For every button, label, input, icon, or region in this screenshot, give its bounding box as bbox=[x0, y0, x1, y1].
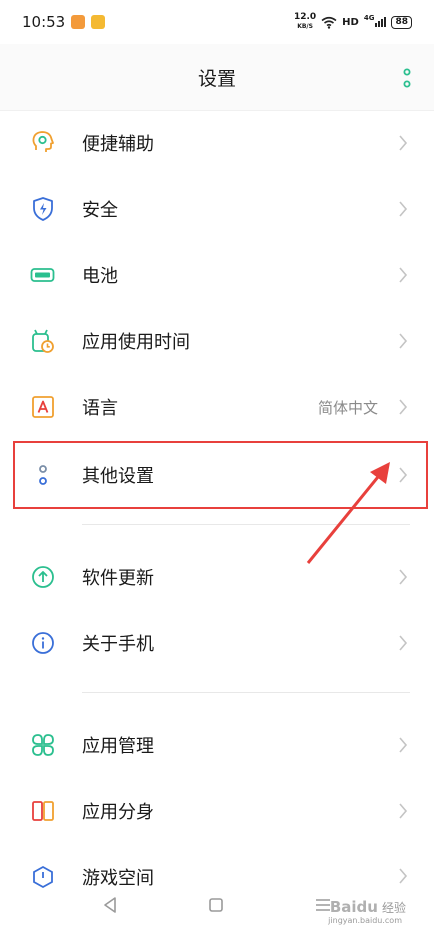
net-speed: 12.0 KB/S bbox=[294, 13, 316, 31]
row-label: 应用使用时间 bbox=[82, 332, 190, 353]
settings-row-about-phone[interactable]: 关于手机 bbox=[0, 610, 434, 676]
chevron-right-icon bbox=[399, 267, 408, 283]
settings-row-language[interactable]: 语言 简体中文 bbox=[0, 374, 434, 440]
row-label: 软件更新 bbox=[82, 568, 154, 589]
row-label: 应用管理 bbox=[82, 736, 154, 757]
row-label: 应用分身 bbox=[82, 802, 154, 823]
chevron-right-icon bbox=[399, 803, 408, 819]
info-icon bbox=[30, 630, 56, 656]
home-square-icon[interactable] bbox=[208, 897, 224, 913]
chevron-right-icon bbox=[399, 569, 408, 585]
watermark-url: jingyan.baidu.com bbox=[328, 916, 402, 925]
net-speed-unit: KB/S bbox=[297, 23, 313, 30]
settings-row-accessibility[interactable]: 便捷辅助 bbox=[0, 110, 434, 176]
net-speed-value: 12.0 bbox=[293, 12, 317, 22]
status-left: 10:53 bbox=[22, 13, 106, 31]
battery-icon bbox=[30, 262, 56, 288]
watermark-brand: Baidu bbox=[329, 898, 378, 916]
signal-label: 4G bbox=[363, 14, 375, 22]
row-label: 电池 bbox=[82, 266, 118, 287]
signal-icon: 4G bbox=[363, 14, 387, 27]
status-right: 12.0 KB/S HD 4G 88 bbox=[294, 13, 412, 31]
row-label: 语言 bbox=[82, 398, 118, 419]
page-title: 设置 bbox=[197, 67, 236, 90]
notification-app-icon bbox=[91, 15, 106, 29]
battery-indicator: 88 bbox=[391, 15, 412, 29]
wifi-icon bbox=[321, 16, 337, 29]
chevron-right-icon bbox=[399, 201, 408, 217]
chevron-right-icon bbox=[399, 635, 408, 651]
letter-a-icon bbox=[30, 394, 56, 420]
row-label: 便捷辅助 bbox=[82, 134, 154, 155]
section-divider bbox=[82, 692, 410, 693]
watermark-sub-brand: 经验 bbox=[381, 900, 406, 915]
chevron-right-icon bbox=[399, 333, 408, 349]
back-triangle-icon[interactable] bbox=[102, 896, 118, 914]
chevron-right-icon bbox=[399, 399, 408, 415]
watermark: Baidu 经验 jingyan.baidu.com bbox=[328, 898, 406, 925]
language-value: 简体中文 bbox=[317, 398, 378, 417]
settings-row-security[interactable]: 安全 bbox=[0, 176, 434, 242]
update-arrow-icon bbox=[30, 564, 56, 590]
settings-row-app-usage-time[interactable]: 应用使用时间 bbox=[0, 308, 434, 374]
status-bar: 10:53 12.0 KB/S HD 4G 88 bbox=[0, 0, 434, 44]
annotation-arrow bbox=[306, 462, 390, 564]
more-options-icon[interactable] bbox=[400, 67, 414, 89]
apps-grid-icon bbox=[30, 732, 56, 758]
row-label: 安全 bbox=[82, 200, 118, 221]
app-timer-icon bbox=[30, 328, 56, 354]
header: 设置 bbox=[0, 44, 434, 111]
accessibility-head-icon bbox=[30, 130, 56, 156]
chevron-right-icon bbox=[399, 135, 408, 151]
app-clone-icon bbox=[30, 798, 56, 824]
row-label: 关于手机 bbox=[82, 634, 154, 655]
shield-icon bbox=[30, 196, 56, 222]
status-time: 10:53 bbox=[22, 13, 66, 31]
hd-label: HD bbox=[342, 16, 359, 28]
notification-app-icon bbox=[71, 15, 86, 29]
settings-row-battery[interactable]: 电池 bbox=[0, 242, 434, 308]
settings-row-app-clone[interactable]: 应用分身 bbox=[0, 778, 434, 844]
settings-row-app-management[interactable]: 应用管理 bbox=[0, 712, 434, 778]
chevron-right-icon bbox=[399, 737, 408, 753]
